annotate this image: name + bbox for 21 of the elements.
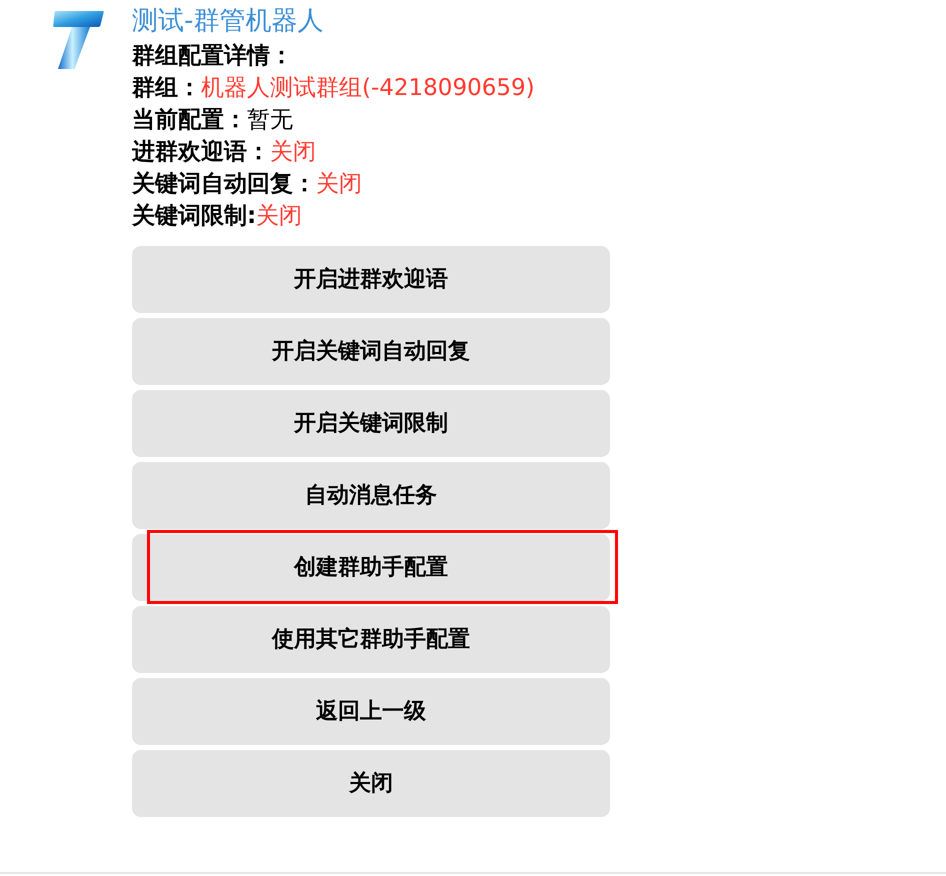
field-value: 关闭 — [316, 170, 362, 199]
field-label: 群组： — [132, 74, 201, 103]
menu-button[interactable]: 使用其它群助手配置 — [132, 606, 610, 673]
menu-button[interactable]: 开启关键词自动回复 — [132, 318, 610, 385]
menu-button[interactable]: 开启进群欢迎语 — [132, 246, 610, 313]
menu-button[interactable]: 开启关键词限制 — [132, 390, 610, 457]
field-value: 机器人测试群组(-4218090659) — [201, 74, 535, 103]
field-label: 当前配置： — [132, 106, 247, 135]
logo-icon — [53, 10, 104, 70]
field-label: 进群欢迎语： — [132, 138, 270, 167]
field-label: 关键词限制: — [132, 202, 256, 231]
field-value: 关闭 — [256, 202, 302, 231]
field-value: 暂无 — [247, 106, 293, 135]
menu-button[interactable]: 关闭 — [132, 750, 610, 817]
field-label: 关键词自动回复： — [132, 170, 316, 199]
menu-button[interactable]: 自动消息任务 — [132, 462, 610, 529]
details-heading: 群组配置详情： — [132, 42, 293, 71]
menu-button[interactable]: 创建群助手配置 — [132, 534, 610, 601]
menu-button[interactable]: 返回上一级 — [132, 678, 610, 745]
bot-name: 测试-群管机器人 — [132, 5, 324, 37]
field-value: 关闭 — [270, 138, 316, 167]
